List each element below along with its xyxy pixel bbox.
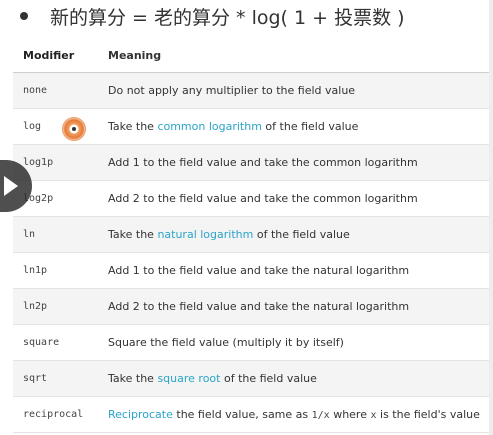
meaning-text: of the field value bbox=[261, 120, 359, 133]
meaning-text: Add 1 to the field value and take the na… bbox=[108, 264, 410, 277]
meaning-cell: Add 2 to the field value and take the co… bbox=[108, 180, 493, 217]
meaning-text: Take the bbox=[108, 372, 158, 385]
modifier-cell: log bbox=[13, 108, 108, 145]
meaning-text: Square the field value (multiply it by i… bbox=[108, 336, 344, 349]
table-row: square Square the field value (multiply i… bbox=[13, 324, 493, 361]
meaning-text: Add 2 to the field value and take the na… bbox=[108, 300, 410, 313]
meaning-link[interactable]: Reciprocate bbox=[108, 408, 173, 421]
meaning-text: Add 1 to the field value and take the co… bbox=[108, 156, 418, 169]
formula-text: 新的算分 = 老的算分 * log( 1 + 投票数 ) bbox=[50, 6, 405, 29]
table-row: ln Take the natural logarithm of the fiel… bbox=[13, 216, 493, 253]
meaning-text: Add 2 to the field value and take the co… bbox=[108, 192, 418, 205]
meaning-cell: Add 1 to the field value and take the co… bbox=[108, 144, 493, 181]
table-row: ln1p Add 1 to the field value and take th… bbox=[13, 252, 493, 289]
modifier-cell: ln1p bbox=[13, 252, 108, 289]
meaning-link[interactable]: natural logarithm bbox=[157, 228, 253, 241]
formula-bullet: 新的算分 = 老的算分 * log( 1 + 投票数 ) bbox=[20, 2, 405, 30]
meaning-cell: Do not apply any multiplier to the field… bbox=[108, 72, 493, 109]
scrollbar[interactable] bbox=[489, 0, 493, 435]
table-row: sqrt Take the square root of the field va… bbox=[13, 360, 493, 397]
meaning-link[interactable]: common logarithm bbox=[157, 120, 262, 133]
modifier-cell: ln2p bbox=[13, 288, 108, 325]
header-modifier: Modifier bbox=[13, 38, 108, 73]
meaning-cell: Take the natural logarithm of the field … bbox=[108, 216, 493, 253]
table-row: ln2p Add 2 to the field value and take th… bbox=[13, 288, 493, 325]
meaning-cell: Square the field value (multiply it by i… bbox=[108, 324, 493, 361]
meaning-text: the field value, same as bbox=[172, 408, 312, 421]
meaning-text: Take the bbox=[108, 228, 158, 241]
meaning-cell: Reciprocate the field value, same as 1/x… bbox=[108, 396, 493, 433]
modifier-cell: reciprocal bbox=[13, 396, 108, 433]
page: 新的算分 = 老的算分 * log( 1 + 投票数 ) Modifier Me… bbox=[0, 0, 493, 435]
meaning-text: of the field value bbox=[253, 228, 350, 241]
meaning-link[interactable]: square root bbox=[157, 372, 220, 385]
table-row: log2p Add 2 to the field value and take t… bbox=[13, 180, 493, 217]
meaning-cell: Take the square root of the field value bbox=[108, 360, 493, 397]
meaning-cell: Add 2 to the field value and take the na… bbox=[108, 288, 493, 325]
play-icon bbox=[4, 176, 18, 196]
meaning-cell: Take the common logarithm of the field v… bbox=[108, 108, 493, 145]
meaning-text: Do not apply any multiplier to the field… bbox=[108, 84, 356, 97]
modifier-cell: none bbox=[13, 72, 108, 109]
table-row: log1p Add 1 to the field value and take t… bbox=[13, 144, 493, 181]
table-row: reciprocal Reciprocate the field value, s… bbox=[13, 396, 493, 433]
meaning-text: Take the bbox=[108, 120, 158, 133]
modifier-table: Modifier Meaning none Do not apply any mu… bbox=[13, 38, 493, 433]
table-row: none Do not apply any multiplier to the f… bbox=[13, 72, 493, 109]
meaning-text: of the field value bbox=[220, 372, 317, 385]
bullet-icon bbox=[20, 12, 28, 20]
modifier-cell: ln bbox=[13, 216, 108, 253]
meaning-text: is the field's value bbox=[376, 408, 480, 421]
header-meaning: Meaning bbox=[108, 38, 493, 73]
cursor-highlight-icon bbox=[62, 117, 86, 141]
table-header-row: Modifier Meaning bbox=[13, 38, 493, 73]
meaning-code: 1/x bbox=[311, 410, 330, 421]
meaning-text: where bbox=[329, 408, 371, 421]
modifier-cell: square bbox=[13, 324, 108, 361]
meaning-cell: Add 1 to the field value and take the na… bbox=[108, 252, 493, 289]
modifier-cell: sqrt bbox=[13, 360, 108, 397]
